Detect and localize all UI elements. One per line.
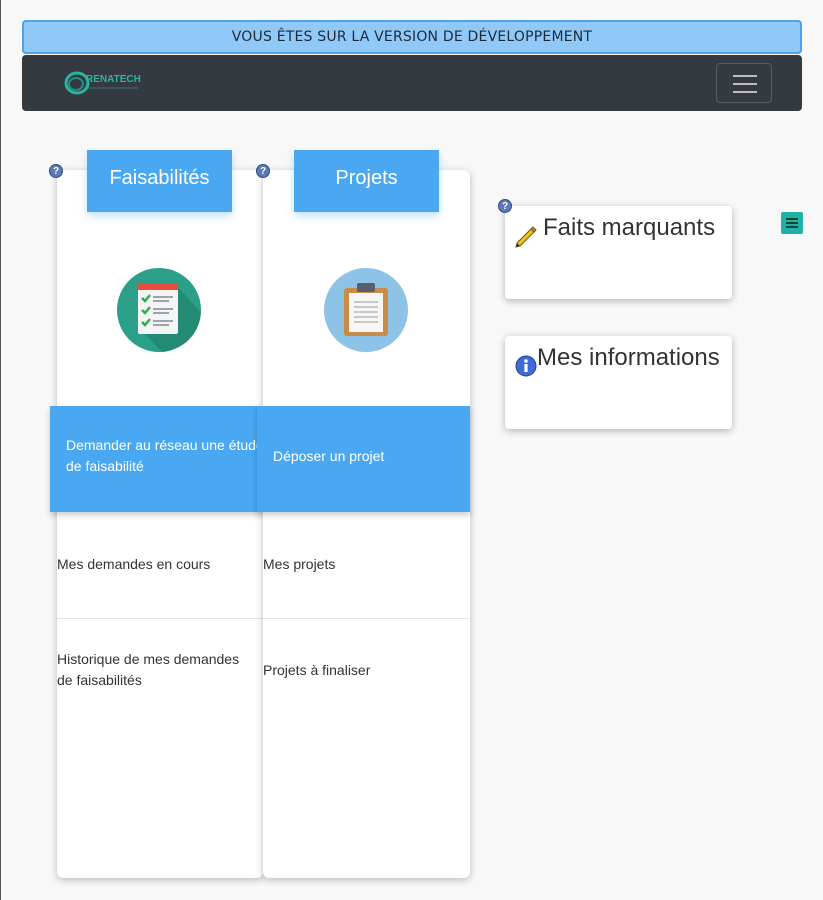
hamburger-line [733, 83, 757, 85]
submit-project-button[interactable]: Déposer un projet [257, 406, 470, 512]
logo-text: RENATECH [86, 74, 141, 85]
divider [263, 618, 470, 619]
my-projects-link[interactable]: Mes projets [263, 554, 463, 575]
help-glyph: ? [501, 200, 509, 212]
current-requests-link[interactable]: Mes demandes en cours [57, 554, 257, 575]
navbar-toggle-button[interactable] [716, 63, 772, 103]
request-feasibility-label: Demander au réseau une étude de faisabil… [66, 437, 263, 474]
highlights-card: Faits marquants [505, 206, 732, 299]
side-menu-button[interactable] [781, 212, 803, 234]
my-info-card: Mes informations [505, 336, 732, 429]
help-glyph: ? [259, 165, 267, 177]
submit-project-label: Déposer un projet [273, 448, 385, 464]
feasibility-help-icon[interactable]: ? [49, 164, 63, 178]
my-info-title: Mes informations [537, 344, 720, 371]
top-navbar: RENATECH [22, 55, 802, 111]
projects-help-icon[interactable]: ? [256, 164, 270, 178]
requests-history-link[interactable]: Historique de mes demandes de faisabilit… [57, 649, 257, 691]
feasibility-card-header: Faisabilités [87, 150, 232, 212]
pencil-icon [515, 226, 537, 248]
menu-line [786, 226, 798, 228]
feasibility-title: Faisabilités [109, 166, 210, 189]
highlights-help-icon[interactable]: ? [498, 199, 512, 213]
dev-banner-text: VOUS ÊTES SUR LA VERSION DE DÉVELOPPEMEN… [231, 29, 593, 45]
projects-to-finalize-link[interactable]: Projets à finaliser [263, 660, 463, 681]
request-feasibility-button[interactable]: Demander au réseau une étude de faisabil… [50, 406, 263, 512]
highlights-title: Faits marquants [543, 214, 716, 241]
menu-line [786, 218, 798, 220]
clipboard-icon [324, 268, 408, 352]
projects-title: Projets [335, 166, 398, 189]
dev-version-banner: VOUS ÊTES SUR LA VERSION DE DÉVELOPPEMEN… [22, 20, 802, 54]
menu-line [786, 222, 798, 224]
info-icon [515, 355, 537, 377]
renatech-logo[interactable]: RENATECH [64, 68, 144, 98]
help-glyph: ? [52, 165, 60, 177]
checklist-icon [117, 268, 201, 352]
divider [57, 618, 263, 619]
projects-card-header: Projets [294, 150, 439, 212]
hamburger-line [733, 75, 757, 77]
hamburger-line [733, 91, 757, 93]
